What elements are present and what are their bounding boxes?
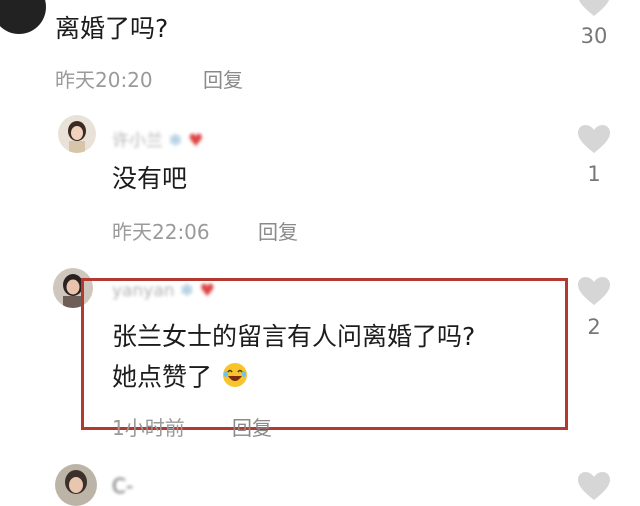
snowflake-emoji-icon: ❄ (168, 131, 183, 151)
username[interactable]: C- (112, 474, 133, 498)
comment-text-line-2-label: 她点赞了 (112, 362, 213, 392)
comment-text: 没有吧 (112, 164, 188, 193)
avatar[interactable] (58, 115, 96, 153)
comment-time: 1小时前 (112, 416, 185, 440)
heart-icon[interactable] (576, 123, 612, 155)
comment-text: 离婚了吗? (55, 14, 169, 43)
comment-time: 昨天22:06 (112, 220, 210, 244)
like-count: 1 (587, 162, 601, 186)
comment-text-line-1: 张兰女士的留言有人问离婚了吗? (112, 322, 476, 351)
like-count: 30 (580, 24, 608, 48)
heart-icon[interactable] (576, 275, 612, 307)
reply-button[interactable]: 回复 (203, 64, 243, 93)
username[interactable]: 许小兰 ❄ ♥ (112, 126, 203, 151)
heart-icon[interactable] (576, 470, 612, 502)
username-text: 许小兰 (112, 131, 163, 151)
like-count: 2 (587, 315, 601, 339)
avatar[interactable] (0, 0, 46, 34)
laughing-emoji-icon (222, 362, 248, 395)
reply-button[interactable]: 回复 (232, 412, 272, 441)
heart-icon[interactable] (576, 0, 612, 18)
reply-button[interactable]: 回复 (258, 216, 298, 245)
heart-emoji-icon: ♥ (188, 131, 204, 151)
highlight-frame (81, 278, 568, 430)
comment-time: 昨天20:20 (55, 68, 153, 92)
comment-text-line-2: 她点赞了 (112, 362, 248, 395)
avatar[interactable] (55, 464, 97, 506)
